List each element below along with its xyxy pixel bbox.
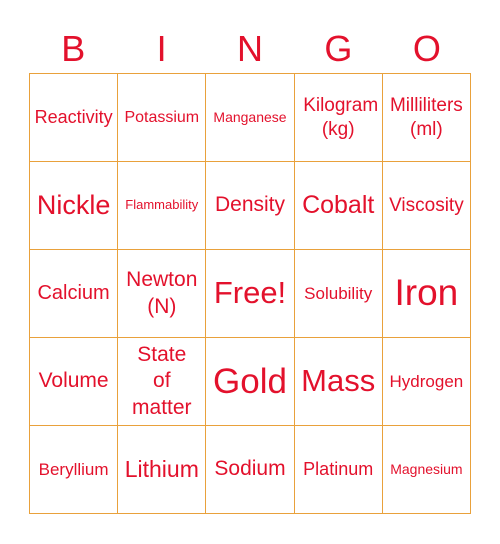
cell-label: Lithium [124,456,199,483]
cell-label: Magnesium [390,460,463,477]
bingo-header: B I N G O [29,26,471,72]
bingo-cell[interactable]: Lithium [118,426,207,514]
bingo-cell[interactable]: Hydrogen [382,338,471,426]
header-letter: N [237,28,264,69]
cell-label: Free! [213,275,287,311]
cell-label: Iron [394,272,459,314]
bingo-cell[interactable]: Solubility [294,250,383,338]
bingo-cell[interactable]: Cobalt [294,162,383,250]
cell-label: Potassium [124,108,200,126]
cell-label: Mass [301,363,376,399]
header-letter: I [156,28,167,69]
cell-label: Calcium [37,282,110,304]
bingo-cell[interactable]: Flammability [118,162,207,250]
cell-label: Reactivity [34,107,113,128]
bingo-cell[interactable]: Free! [206,250,295,338]
bingo-cell[interactable]: Calcium [30,250,119,338]
bingo-cell[interactable]: Manganese [206,74,295,162]
bingo-cell[interactable]: Viscosity [382,162,471,250]
bingo-cell[interactable]: State of matter [118,338,207,426]
bingo-cell[interactable]: Potassium [118,74,207,162]
cell-label: Sodium [214,457,286,481]
bingo-cell[interactable]: Platinum [294,426,383,514]
bingo-cell[interactable]: Milliliters (ml) [382,74,471,162]
cell-label: Nickle [36,189,111,220]
cell-label: Platinum [303,459,374,480]
bingo-cell[interactable]: Gold [206,338,295,426]
bingo-cell[interactable]: Volume [30,338,119,426]
bingo-cell[interactable]: Iron [382,250,471,338]
cell-label: Beryllium [38,459,109,479]
cell-label: Volume [38,369,109,393]
cell-label: Hydrogen [389,371,464,391]
bingo-cell[interactable]: Mass [294,338,383,426]
cell-label: Flammability [125,197,199,213]
cell-label: Viscosity [389,194,464,216]
cell-label: Newton (N) [126,268,198,318]
bingo-cell[interactable]: Kilogram (kg) [294,74,383,162]
bingo-cell[interactable]: Reactivity [30,74,119,162]
bingo-cell[interactable]: Beryllium [30,426,119,514]
bingo-cell[interactable]: Newton (N) [118,250,207,338]
cell-label: Cobalt [302,190,375,219]
header-letter: G [324,28,353,69]
cell-label: Gold [213,361,287,401]
header-letter: B [61,28,86,69]
cell-label: Manganese [213,108,287,125]
cell-label: State of matter [132,343,192,419]
bingo-cell[interactable]: Sodium [206,426,295,514]
cell-label: Milliliters (ml) [389,94,463,140]
bingo-cell[interactable]: Density [206,162,295,250]
cell-label: Solubility [304,283,373,303]
cell-label: Density [214,193,285,217]
header-letter: O [412,28,441,69]
bingo-grid: Reactivity Potassium Manganese Kilogram (kg… [29,73,471,514]
bingo-cell[interactable]: Magnesium [382,426,471,514]
cell-label: Kilogram (kg) [303,94,379,140]
bingo-cell[interactable]: Nickle [30,162,119,250]
